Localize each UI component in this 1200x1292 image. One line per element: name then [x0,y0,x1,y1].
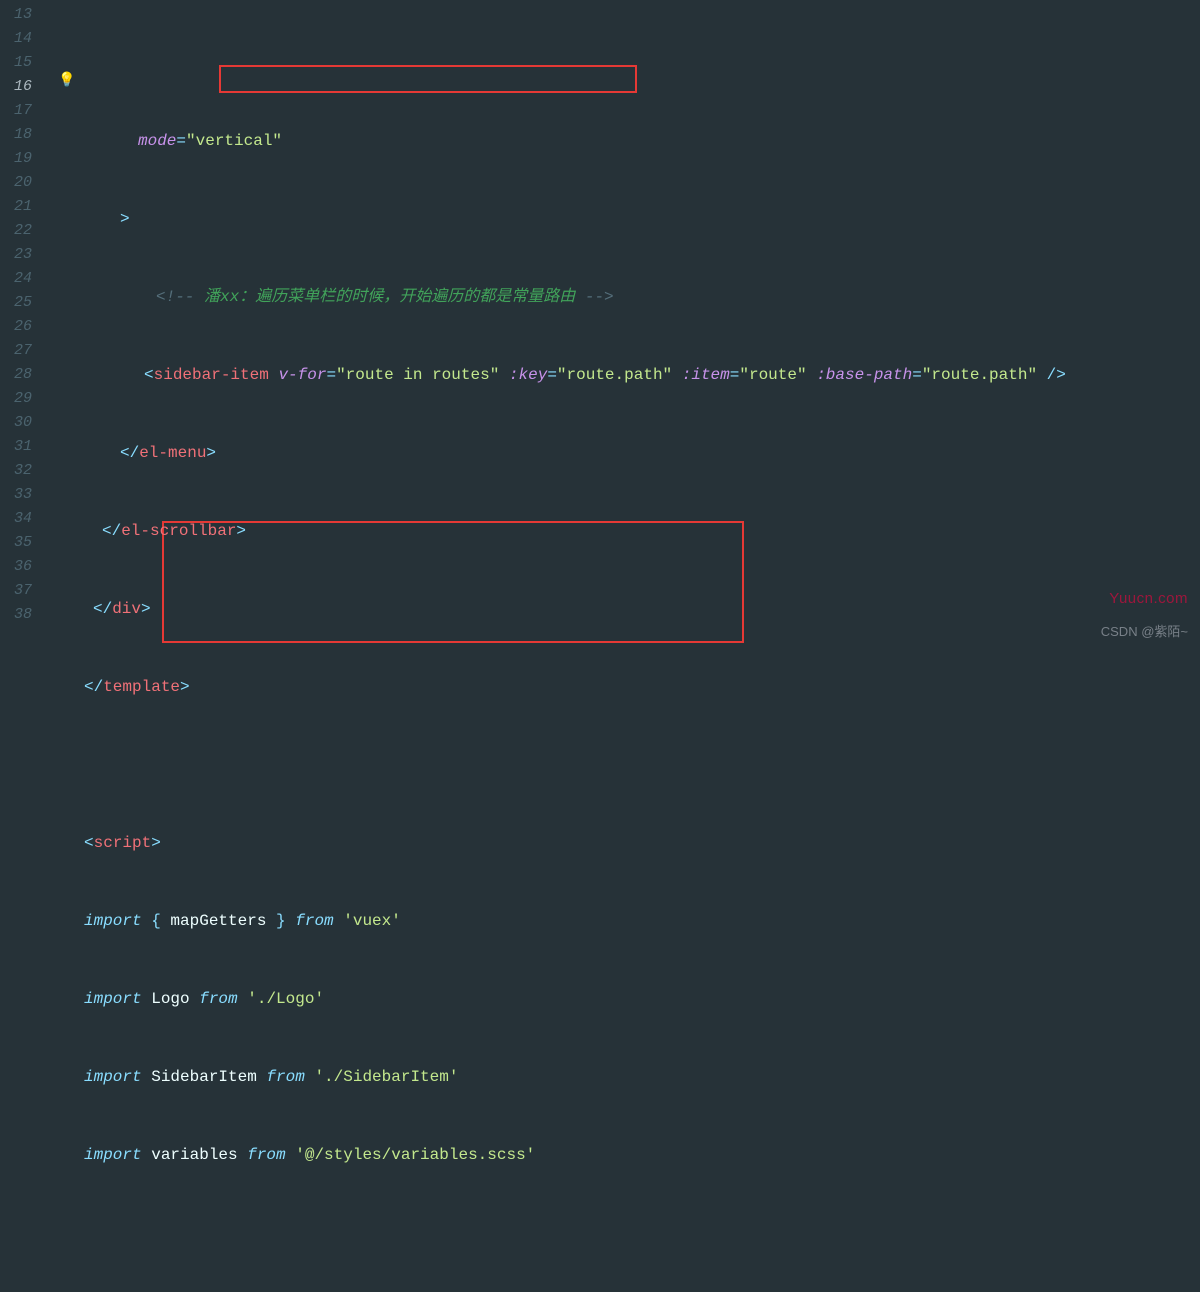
line-number: 19 [0,147,42,171]
code-line[interactable]: import SidebarItem from './SidebarItem' [84,1065,1200,1089]
code-line[interactable] [84,753,1200,777]
line-number: 33 [0,483,42,507]
code-line[interactable]: import Logo from './Logo' [84,987,1200,1011]
code-line[interactable]: </el-menu> [84,441,1200,465]
line-number: 32 [0,459,42,483]
watermark-author: CSDN @紫陌~ [1101,621,1188,640]
line-number: 21 [0,195,42,219]
line-number: 29 [0,387,42,411]
line-number: 31 [0,435,42,459]
lightbulb-icon[interactable]: 💡 [58,72,75,89]
line-number: 13 [0,3,42,27]
line-number: 15 [0,51,42,75]
code-content[interactable]: mode="vertical" > <!-- 潘xx：遍历菜单栏的时候，开始遍历… [84,0,1200,646]
line-number-gutter: 1314151617181920212223242526272829303132… [0,0,42,646]
line-number: 37 [0,579,42,603]
line-number: 27 [0,339,42,363]
code-line[interactable]: <sidebar-item v-for="route in routes" :k… [84,363,1200,387]
code-line[interactable] [84,1221,1200,1245]
line-number: 28 [0,363,42,387]
code-line[interactable]: import variables from '@/styles/variable… [84,1143,1200,1167]
code-editor[interactable]: 1314151617181920212223242526272829303132… [0,0,1200,646]
line-number: 38 [0,603,42,627]
line-number: 23 [0,243,42,267]
watermark-site: Yuucn.com [1109,590,1188,607]
code-line[interactable]: mode="vertical" [84,129,1200,153]
code-line[interactable]: import { mapGetters } from 'vuex' [84,909,1200,933]
line-number: 26 [0,315,42,339]
line-number: 24 [0,267,42,291]
code-line[interactable]: <script> [84,831,1200,855]
line-number: 16 [0,75,42,99]
line-number: 17 [0,99,42,123]
gutter-icons: 💡 [42,0,84,646]
line-number: 35 [0,531,42,555]
code-line[interactable]: </template> [84,675,1200,699]
line-number: 25 [0,291,42,315]
line-number: 14 [0,27,42,51]
line-number: 20 [0,171,42,195]
line-number: 36 [0,555,42,579]
code-line[interactable]: </el-scrollbar> [84,519,1200,543]
line-number: 30 [0,411,42,435]
code-line[interactable]: <!-- 潘xx：遍历菜单栏的时候，开始遍历的都是常量路由 --> [84,285,1200,309]
code-line[interactable]: > [84,207,1200,231]
line-number: 18 [0,123,42,147]
line-number: 34 [0,507,42,531]
highlight-box-1 [219,65,637,93]
code-line[interactable]: </div> [84,597,1200,621]
line-number: 22 [0,219,42,243]
